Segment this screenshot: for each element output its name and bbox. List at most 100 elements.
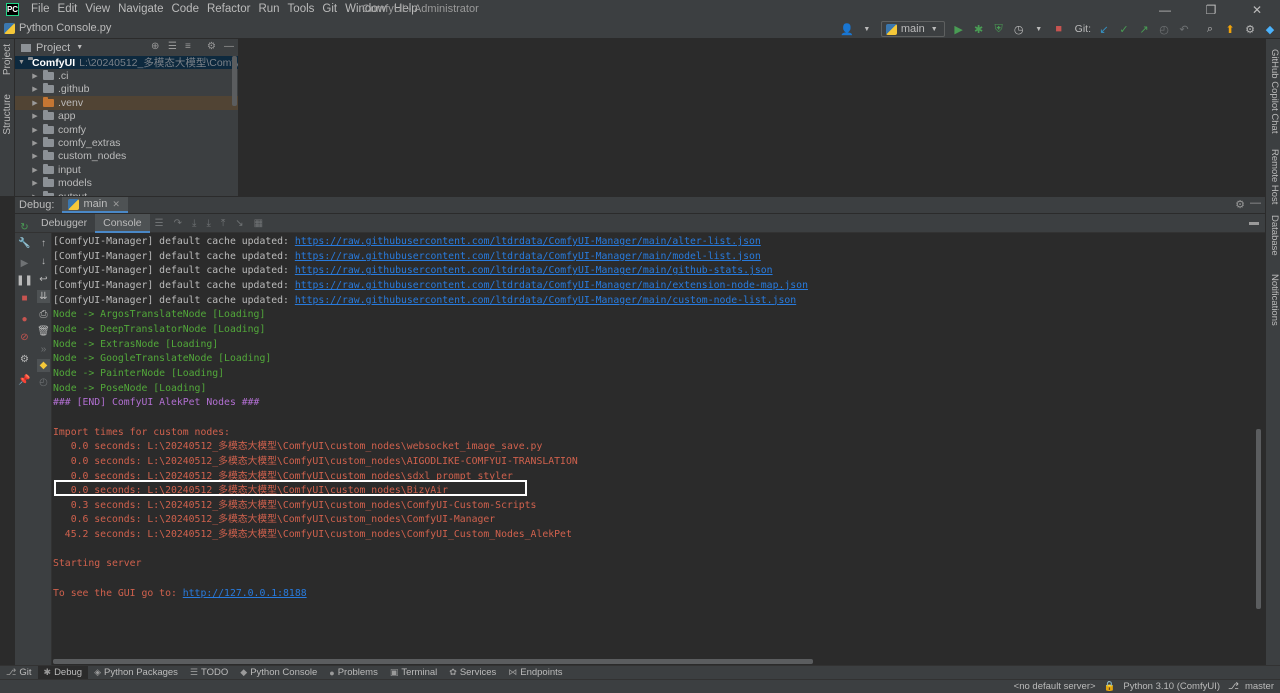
step-into-my-code-icon[interactable]: ⤓	[206, 218, 210, 229]
console-vertical-scrollbar[interactable]	[1256, 429, 1261, 609]
bottom-tab-problems[interactable]: ● Problems	[323, 666, 384, 680]
restore-layout-icon[interactable]: ▬	[1249, 217, 1259, 228]
run-config-selector[interactable]: main ▼	[880, 21, 945, 37]
bottom-tab-terminal[interactable]: ▣ Terminal	[384, 666, 443, 680]
bottom-tab-todo[interactable]: ☰ TODO	[184, 666, 234, 680]
update-icon[interactable]: ⬆	[1222, 21, 1238, 37]
bottom-tab-debug[interactable]: ✱ Debug	[37, 665, 89, 680]
tree-item[interactable]: ▶ custom_nodes	[15, 150, 238, 163]
notifications-tab[interactable]: Notifications	[1269, 274, 1280, 326]
debug-bug-icon[interactable]: ✱	[971, 21, 987, 37]
hide-panel-icon[interactable]: —	[224, 41, 234, 52]
gear-icon[interactable]: ⚙	[1235, 198, 1245, 211]
database-tab[interactable]: Database	[1269, 215, 1280, 256]
menu-item-code[interactable]: Code	[167, 0, 203, 19]
git-update-icon[interactable]: ↙	[1096, 21, 1112, 37]
settings-icon[interactable]: ⚙	[18, 353, 31, 366]
tree-item[interactable]: ▶ input	[15, 163, 238, 176]
hide-panel-icon[interactable]: —	[1250, 197, 1261, 209]
menu-item-view[interactable]: View	[81, 0, 114, 19]
tree-item[interactable]: ▶ models	[15, 177, 238, 190]
chevron-right-icon[interactable]: ▶	[30, 193, 40, 196]
step-out-icon[interactable]: ⤒	[221, 218, 225, 229]
coverage-icon[interactable]: ⛨	[991, 21, 1007, 37]
menu-item-git[interactable]: Git	[318, 0, 341, 19]
breadcrumb-file[interactable]: Python Console.py	[19, 22, 111, 34]
run-icon[interactable]: ▶	[951, 21, 967, 37]
chevron-right-icon[interactable]: ▶	[30, 139, 40, 147]
git-branch[interactable]: master	[1239, 681, 1280, 692]
expand-all-icon[interactable]: ☰	[168, 41, 177, 52]
tree-item[interactable]: ▶ output	[15, 190, 238, 196]
pin-icon[interactable]: 📌	[18, 374, 31, 387]
console-link[interactable]: https://raw.githubusercontent.com/ltdrda…	[295, 295, 796, 306]
git-push-icon[interactable]: ↗	[1136, 21, 1152, 37]
chevron-down-icon[interactable]: ▼	[18, 59, 25, 66]
editor-area[interactable]	[239, 39, 1265, 196]
step-into-icon[interactable]: ⤓	[192, 218, 196, 229]
tree-item[interactable]: ▶ comfy_extras	[15, 136, 238, 149]
console-link[interactable]: http://127.0.0.1:8188	[183, 588, 307, 599]
remote-host-tab[interactable]: Remote Host	[1269, 149, 1280, 204]
console-link[interactable]: https://raw.githubusercontent.com/ltdrda…	[295, 236, 761, 247]
scroll-up-icon[interactable]: ↑	[37, 237, 50, 250]
debug-console[interactable]: [ComfyUI-Manager] default cache updated:…	[53, 233, 1265, 659]
run-to-cursor-icon[interactable]: ↘	[235, 218, 243, 229]
soft-wrap-icon[interactable]: ↩	[37, 273, 50, 286]
project-scrollbar[interactable]	[232, 56, 237, 106]
collapse-all-icon[interactable]: ≡	[185, 41, 191, 52]
tab-console[interactable]: Console	[95, 213, 150, 233]
chevron-right-icon[interactable]: ▶	[30, 152, 40, 160]
search-icon[interactable]: ⌕	[1202, 21, 1218, 37]
show-command-line-icon[interactable]: »	[37, 343, 50, 356]
git-commit-icon[interactable]: ✓	[1116, 21, 1132, 37]
bottom-tab-python-console[interactable]: ◆ Python Console	[234, 666, 323, 680]
evaluate-icon[interactable]: ▦	[254, 218, 263, 229]
wrench-icon[interactable]: 🔧	[18, 237, 31, 250]
tree-item[interactable]: ▶ comfy	[15, 123, 238, 136]
rerun-icon[interactable]: ↻	[18, 221, 31, 234]
profile-icon[interactable]: ◷	[1011, 21, 1027, 37]
restore-icon[interactable]: ❐	[1188, 0, 1234, 19]
tree-root-comfyui[interactable]: ▼ ComfyUI L:\20240512_多模态大模型\ComfyUI	[15, 56, 238, 70]
breadcrumb[interactable]: Python Console.py	[4, 22, 111, 34]
chevron-down-icon[interactable]: ▼	[859, 21, 875, 37]
git-rollback-icon[interactable]: ↶	[1176, 21, 1192, 37]
menu-item-run[interactable]: Run	[254, 0, 283, 19]
clear-all-icon[interactable]: 🗑	[37, 325, 50, 338]
user-icon[interactable]: 👤	[839, 21, 855, 37]
minimize-icon[interactable]: —	[1142, 0, 1188, 19]
chevron-right-icon[interactable]: ▶	[30, 166, 40, 174]
console-horizontal-scrollbar[interactable]	[53, 659, 813, 664]
layout-icon[interactable]: ☰	[155, 218, 164, 229]
tree-item[interactable]: ▶ app	[15, 110, 238, 123]
chevron-right-icon[interactable]: ▶	[30, 126, 40, 134]
resume-icon[interactable]: ▶	[18, 257, 31, 270]
view-breakpoints-icon[interactable]: ●	[18, 313, 31, 326]
tree-item[interactable]: ▶ .venv	[15, 96, 238, 110]
structure-tool-tab[interactable]: Structure	[2, 94, 13, 135]
menu-item-file[interactable]: File	[27, 0, 54, 19]
jetbrains-ai-icon[interactable]: ◆	[1262, 21, 1278, 37]
github-copilot-chat-tab[interactable]: GitHub Copilot Chat	[1269, 49, 1280, 133]
menu-item-refactor[interactable]: Refactor	[203, 0, 254, 19]
chevron-right-icon[interactable]: ▶	[30, 85, 40, 93]
console-link[interactable]: https://raw.githubusercontent.com/ltdrda…	[295, 280, 808, 291]
python-interpreter[interactable]: Python 3.10 (ComfyUI)	[1117, 681, 1226, 692]
scroll-down-icon[interactable]: ↓	[37, 255, 50, 268]
debug-session-tab[interactable]: main ✕	[62, 197, 128, 213]
console-link[interactable]: https://raw.githubusercontent.com/ltdrda…	[295, 265, 773, 276]
menu-item-tools[interactable]: Tools	[284, 0, 319, 19]
chevron-right-icon[interactable]: ▶	[30, 179, 40, 187]
chevron-right-icon[interactable]: ▶	[30, 99, 40, 107]
tab-debugger[interactable]: Debugger	[33, 214, 95, 233]
history-icon[interactable]: ◴	[37, 376, 50, 389]
bottom-tab-services[interactable]: ✿ Services	[443, 666, 502, 680]
print-icon[interactable]: ⎙	[37, 308, 50, 321]
chevron-right-icon[interactable]: ▶	[30, 112, 40, 120]
server-status[interactable]: <no default server>	[1008, 681, 1102, 692]
bottom-tab-python-packages[interactable]: ◈ Python Packages	[88, 666, 184, 680]
chevron-down-icon[interactable]: ▼	[76, 44, 83, 51]
stop-icon[interactable]: ■	[18, 292, 31, 305]
close-icon[interactable]: ✕	[112, 199, 120, 210]
